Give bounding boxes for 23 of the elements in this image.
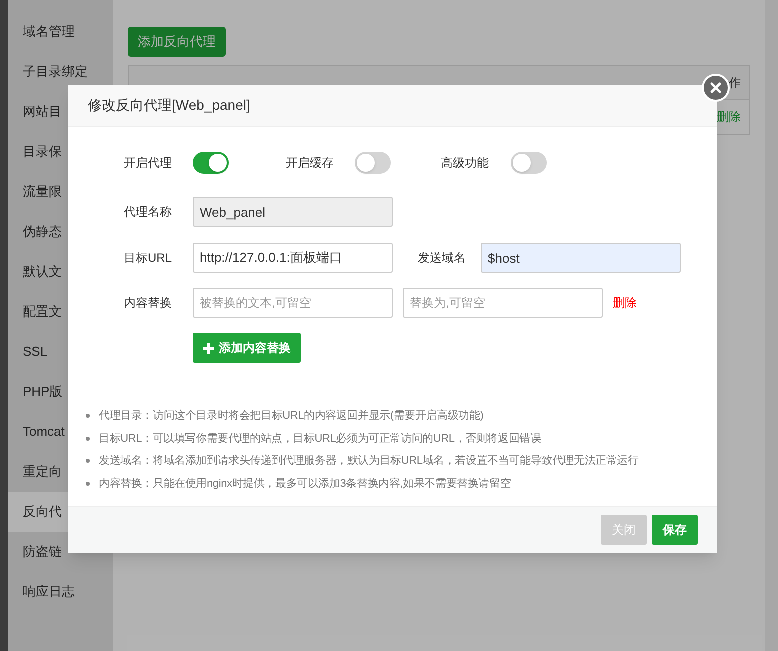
field-label: 目标URL [124, 250, 174, 267]
bullet-icon [86, 414, 90, 418]
toggle-switch[interactable] [355, 152, 391, 174]
field-label: 发送域名 [418, 250, 467, 267]
column-header: 作 [729, 74, 741, 92]
text-field[interactable]: $host [481, 243, 681, 273]
bullet-icon [86, 459, 90, 464]
text-field[interactable]: 替换为,可留空 [403, 288, 603, 318]
toggle-switch[interactable] [193, 152, 229, 174]
add-replace-button[interactable]: 添加内容替换 [193, 333, 301, 363]
text-field[interactable]: http://127.0.0.1:面板端口 [193, 243, 393, 273]
plus-icon [203, 342, 214, 354]
field-label: 代理名称 [124, 204, 173, 221]
toggle-switch[interactable] [511, 152, 547, 174]
toggle-label: 开启缓存 [286, 155, 335, 172]
bullet-icon [86, 436, 90, 441]
text-field[interactable]: 被替换的文本,可留空 [193, 288, 393, 318]
delete-link[interactable]: 删除 [613, 294, 637, 312]
toggle-label: 开启代理 [124, 155, 173, 172]
field-label: 内容替换 [124, 295, 173, 312]
toggle-label: 高级功能 [441, 155, 490, 172]
save-button[interactable]: 保存 [652, 515, 698, 545]
bullet-icon [86, 482, 90, 486]
